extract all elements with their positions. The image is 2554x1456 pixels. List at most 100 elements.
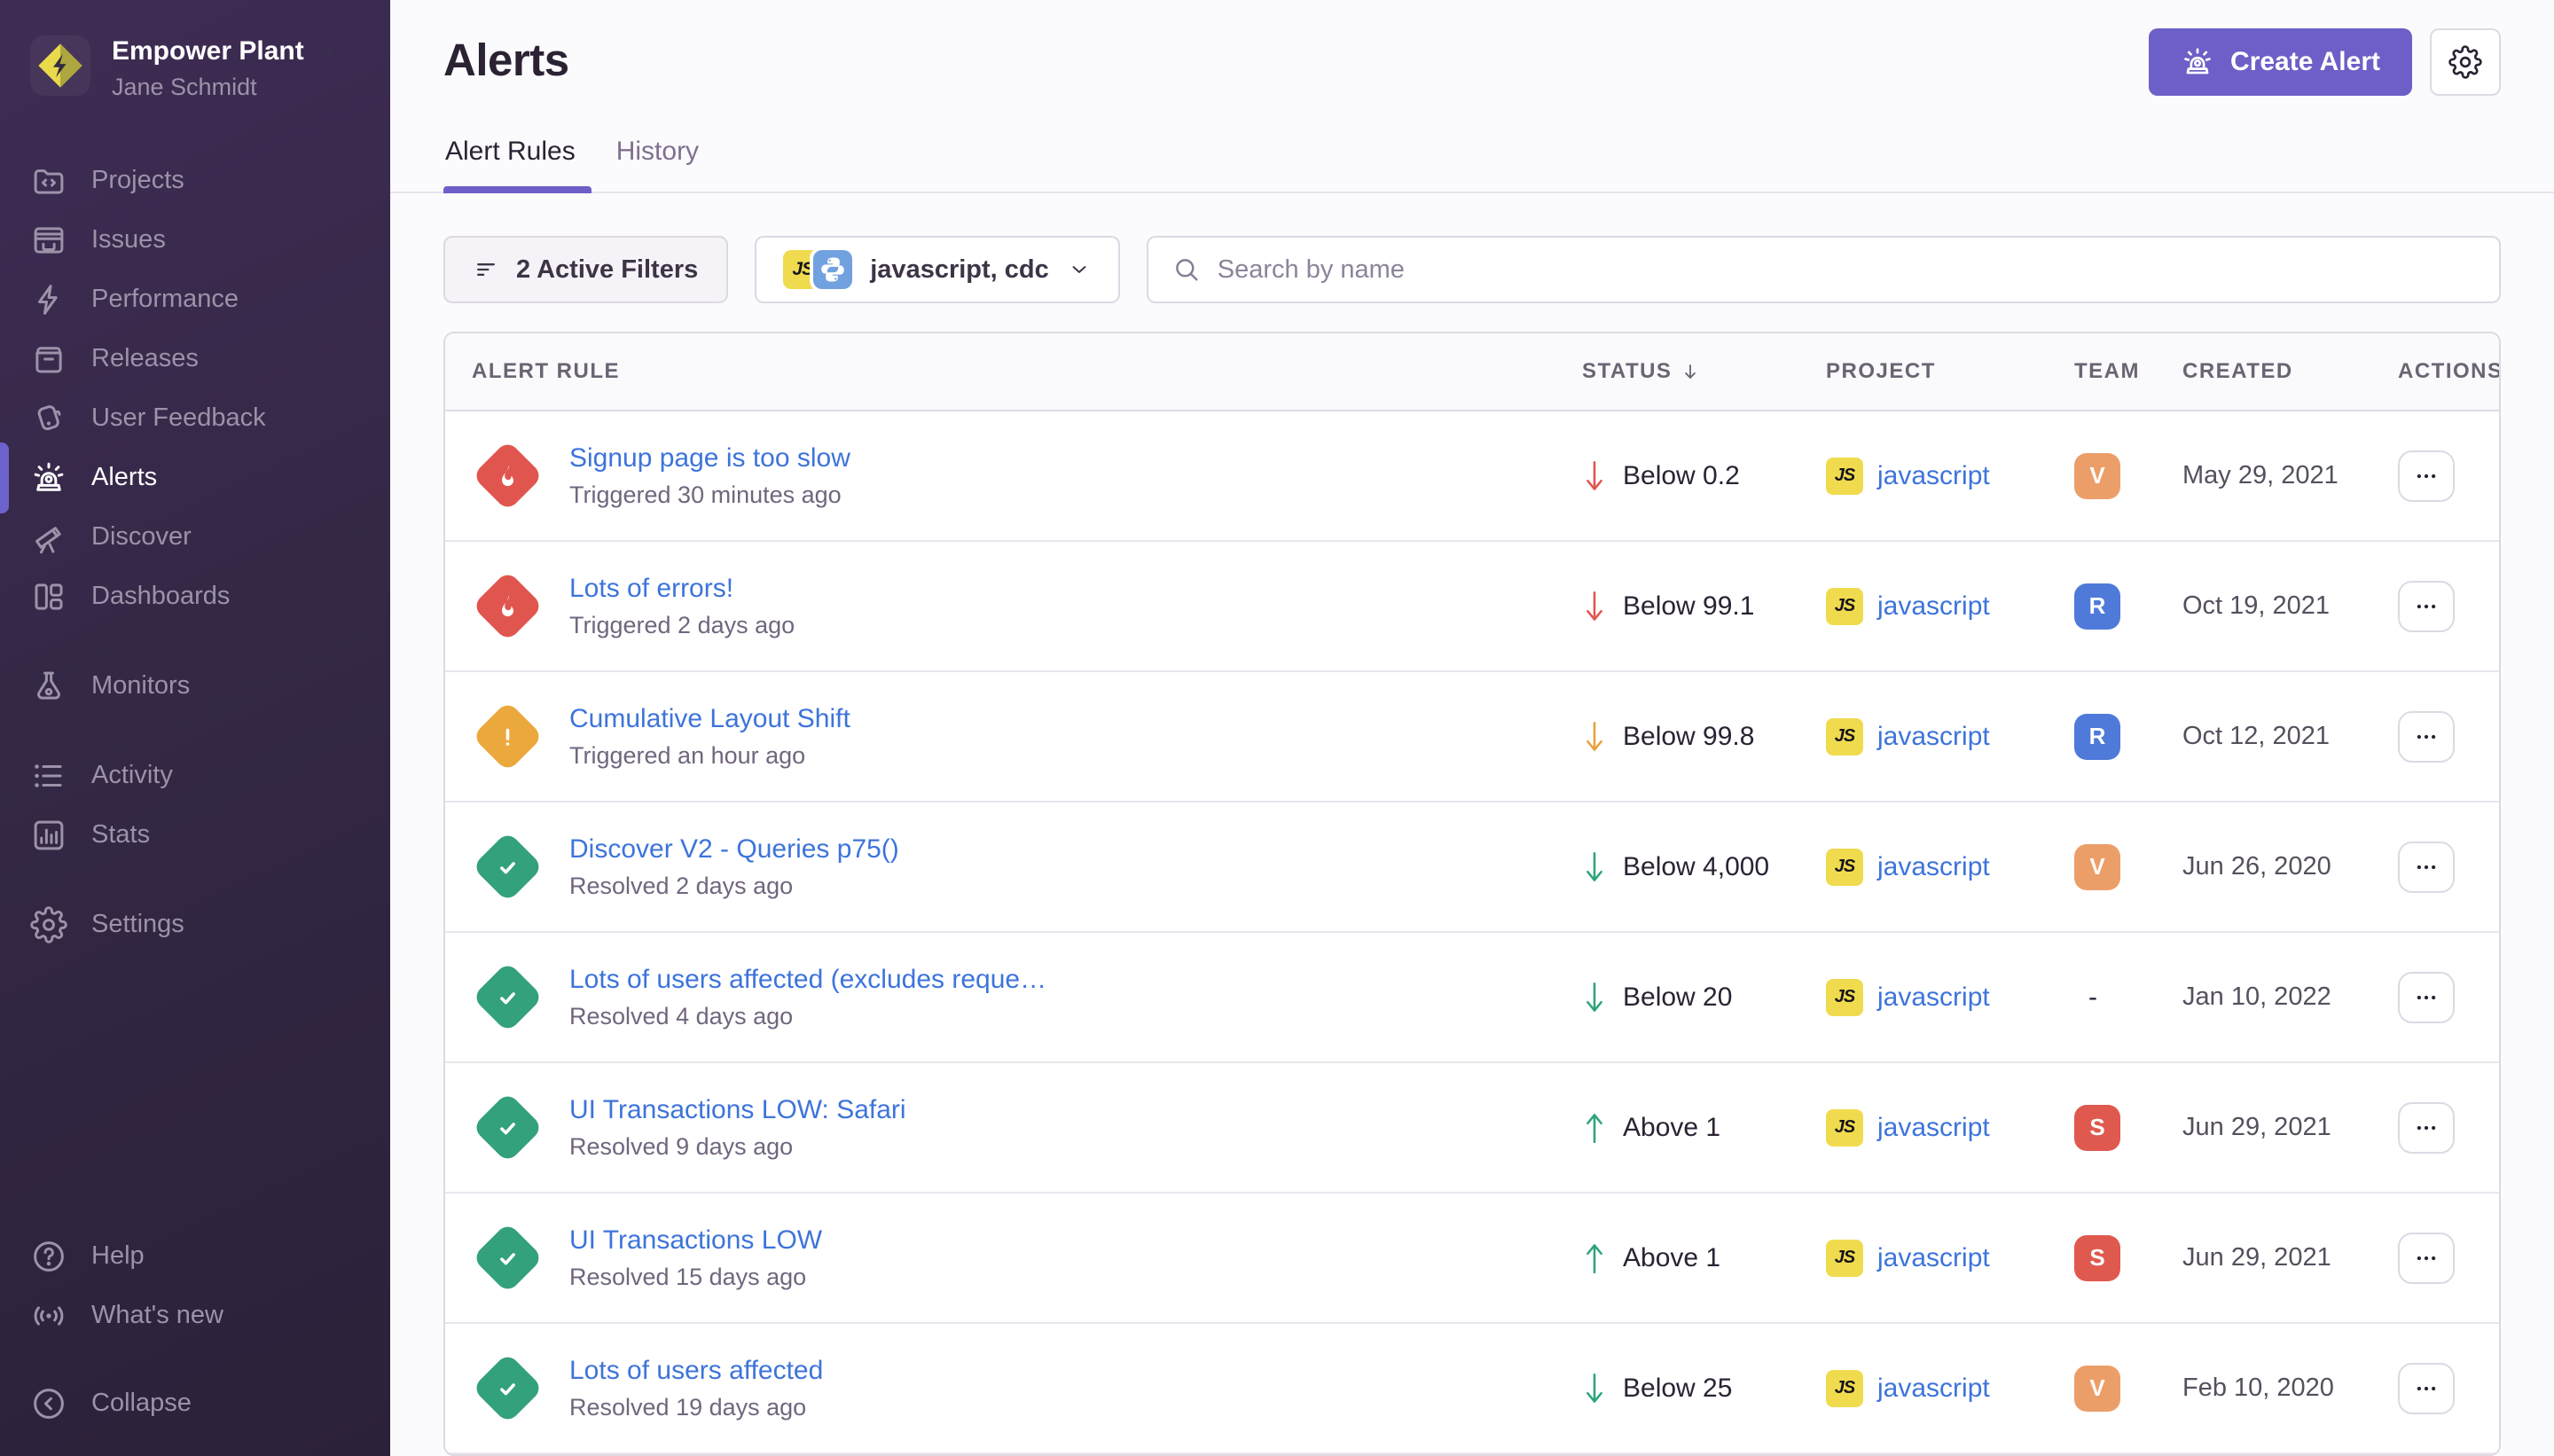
project-cell: JS javascript [1826, 849, 2074, 886]
alert-rule-subtitle: Resolved 19 days ago [569, 1394, 823, 1421]
row-actions-button[interactable] [2398, 1102, 2455, 1154]
tab-alert-rules[interactable]: Alert Rules [443, 137, 577, 192]
alert-rule-link[interactable]: Lots of users affected (excludes reque… [569, 964, 1046, 996]
project-cell: JS javascript [1826, 588, 2074, 625]
row-actions-button[interactable] [2398, 581, 2455, 632]
sidebar-collapse-button[interactable]: Collapse [0, 1374, 390, 1433]
alert-rule-link[interactable]: Signup page is too slow [569, 442, 850, 474]
ellipsis-icon [2413, 854, 2440, 881]
created-date: Jun 26, 2020 [2182, 852, 2380, 881]
sidebar-item-icon [30, 906, 67, 943]
alert-rule-link[interactable]: Discover V2 - Queries p75() [569, 834, 899, 865]
sidebar-item-label: What's new [91, 1301, 223, 1330]
status-cell: Below 4,000 [1582, 847, 1826, 888]
row-actions-button[interactable] [2398, 842, 2455, 893]
alert-rule-link[interactable]: UI Transactions LOW [569, 1225, 822, 1256]
sidebar-item-stats[interactable]: Stats [0, 805, 390, 865]
alerts-settings-button[interactable] [2430, 28, 2501, 96]
sidebar-item-settings[interactable]: Settings [0, 895, 390, 954]
row-actions-button[interactable] [2398, 1233, 2455, 1284]
page-title: Alerts [443, 28, 569, 86]
search-input[interactable] [1218, 255, 2476, 285]
sidebar-item-label: Alerts [91, 463, 157, 492]
project-selector-dropdown[interactable]: JS javascript, cdc [755, 236, 1120, 303]
sidebar-item-issues[interactable]: Issues [0, 210, 390, 270]
alert-rule-link[interactable]: Lots of users affected [569, 1355, 823, 1387]
team-badge: V [2074, 1366, 2120, 1412]
project-cell: JS javascript [1826, 458, 2074, 495]
sidebar-item-icon [30, 400, 67, 437]
ellipsis-icon [2413, 593, 2440, 620]
search-icon [1171, 254, 1202, 285]
team-cell: S [2074, 1105, 2182, 1151]
org-switcher[interactable]: Empower Plant Jane Schmidt [0, 32, 390, 101]
alert-rule-row-lots-of-users-affected-excludes: Lots of users affected (excludes reque… … [445, 933, 2499, 1063]
row-actions-button[interactable] [2398, 711, 2455, 763]
sidebar-item-help[interactable]: Help [0, 1226, 390, 1286]
sidebar-item-icon [30, 162, 67, 200]
project-link[interactable]: javascript [1877, 722, 1990, 752]
sidebar-item-monitors[interactable]: Monitors [0, 656, 390, 716]
project-cell: JS javascript [1826, 979, 2074, 1016]
team-badge: S [2074, 1235, 2120, 1281]
status-value: Below 20 [1623, 982, 1732, 1013]
row-actions-button[interactable] [2398, 1363, 2455, 1414]
sidebar-item-label: Releases [91, 344, 199, 373]
row-actions-button[interactable] [2398, 972, 2455, 1023]
project-link[interactable]: javascript [1877, 852, 1990, 882]
alert-rule-row-discover-v2-queries-p75: Discover V2 - Queries p75() Resolved 2 d… [445, 802, 2499, 933]
javascript-platform-icon: JS [1826, 588, 1863, 625]
project-link[interactable]: javascript [1877, 982, 1990, 1013]
team-cell: V [2074, 453, 2182, 499]
status-cell: Below 20 [1582, 977, 1826, 1018]
sidebar-item-dashboards[interactable]: Dashboards [0, 567, 390, 626]
project-link[interactable]: javascript [1877, 461, 1990, 491]
sidebar: Empower Plant Jane Schmidt Projects Issu… [0, 0, 390, 1456]
sidebar-item-icon [30, 578, 67, 615]
column-header-actions: Actions [2380, 359, 2499, 384]
project-cell: JS javascript [1826, 1370, 2074, 1407]
tab-history[interactable]: History [615, 137, 701, 192]
sidebar-item-discover[interactable]: Discover [0, 507, 390, 567]
project-link[interactable]: javascript [1877, 1113, 1990, 1143]
threshold-arrow-icon [1582, 847, 1607, 888]
created-date: Jun 29, 2021 [2182, 1243, 2380, 1272]
sidebar-item-releases[interactable]: Releases [0, 329, 390, 388]
project-link[interactable]: javascript [1877, 1243, 1990, 1273]
sort-arrow-icon [1679, 360, 1702, 383]
javascript-platform-icon: JS [1826, 718, 1863, 755]
project-link[interactable]: javascript [1877, 591, 1990, 622]
sidebar-item-whats-new[interactable]: What's new [0, 1286, 390, 1345]
project-cell: JS javascript [1826, 1109, 2074, 1147]
sidebar-item-label: Discover [91, 522, 192, 552]
org-name: Empower Plant [112, 35, 338, 67]
sidebar-item-user-feedback[interactable]: User Feedback [0, 388, 390, 448]
row-actions-button[interactable] [2398, 450, 2455, 502]
project-cell: JS javascript [1826, 1240, 2074, 1277]
ellipsis-icon [2413, 463, 2440, 489]
javascript-platform-icon: JS [1826, 1370, 1863, 1407]
sidebar-item-label: Issues [91, 225, 166, 254]
status-cell: Above 1 [1582, 1238, 1826, 1279]
sidebar-item-projects[interactable]: Projects [0, 151, 390, 210]
sidebar-item-icon [30, 817, 67, 854]
alert-rule-link[interactable]: UI Transactions LOW: Safari [569, 1094, 906, 1126]
sidebar-item-alerts[interactable]: Alerts [0, 448, 390, 507]
column-header-status[interactable]: Status [1582, 359, 1826, 384]
sidebar-item-icon [30, 519, 67, 556]
sidebar-item-icon [30, 1297, 67, 1335]
sidebar-item-performance[interactable]: Performance [0, 270, 390, 329]
sidebar-item-label: Monitors [91, 671, 190, 701]
alert-rule-link[interactable]: Cumulative Layout Shift [569, 703, 850, 735]
page-header: Alerts Create Alert Alert Rules History [390, 0, 2554, 193]
sidebar-item-label: Activity [91, 761, 173, 790]
alert-rule-row-lots-of-errors: Lots of errors! Triggered 2 days ago Bel… [445, 542, 2499, 672]
active-filters-button[interactable]: 2 Active Filters [443, 236, 728, 303]
alert-rule-link[interactable]: Lots of errors! [569, 573, 795, 605]
sidebar-item-icon [30, 341, 67, 378]
project-link[interactable]: javascript [1877, 1374, 1990, 1404]
sidebar-item-activity[interactable]: Activity [0, 746, 390, 805]
team-cell: - [2074, 982, 2182, 1013]
create-alert-button[interactable]: Create Alert [2149, 28, 2412, 96]
alert-status-diamond-icon [472, 1222, 544, 1294]
